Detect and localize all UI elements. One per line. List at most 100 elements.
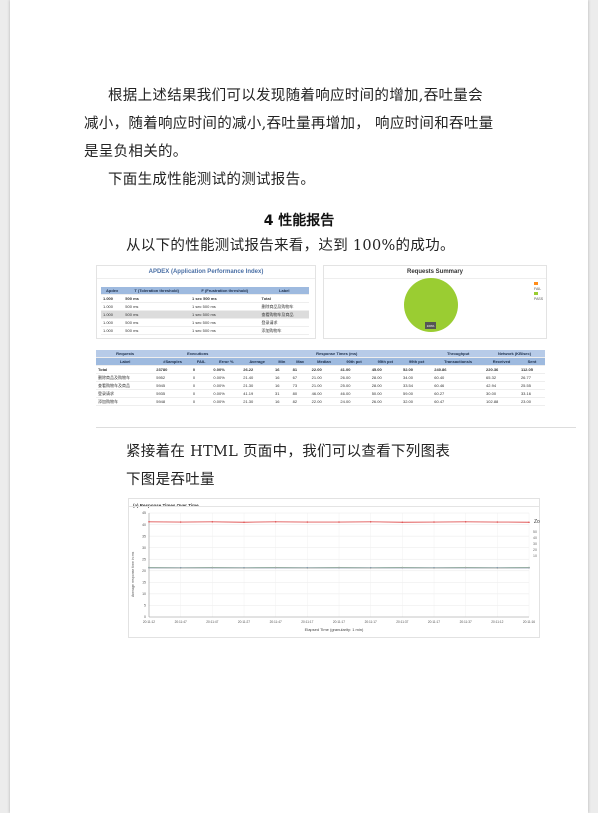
group-requests: Requests: [96, 350, 155, 358]
apdex-col-t[interactable]: T (Toleration threshold): [123, 287, 190, 295]
table-cell: 73: [290, 381, 310, 390]
table-row: 添加购物车 5948 0 0.00% 21.30 16 82 22.00 24.00 26.00 3…: [96, 397, 545, 406]
cell: 1.000: [101, 310, 124, 319]
table-row: 1.000 500 ms 1 sec 500 ms 查看购物车及商品: [101, 310, 309, 319]
chart-svg: 0 5 10 15 20 25 30 35 40 45 20:11:12 20:11:47 20:11:…: [142, 511, 535, 624]
divider: [96, 427, 576, 428]
chart-x-label: Elapsed Time (granularity: 1 min): [304, 627, 364, 632]
col-min[interactable]: Min: [273, 357, 291, 366]
col-max[interactable]: Max: [290, 357, 310, 366]
group-throughput: Throughput: [432, 350, 485, 358]
table-cell: 21.30: [241, 381, 274, 390]
table-cell: 21.30: [241, 397, 274, 406]
table-cell: 21.00: [309, 381, 339, 390]
col-samples[interactable]: #Samples: [154, 357, 191, 366]
paragraph-1-line-2: 减小，随着响应时间的减小,吞吐量再增加， 响应时间和吞吐量: [84, 116, 494, 132]
table-cell: 45.00: [369, 365, 401, 374]
cell: 1 sec 500 ms: [189, 326, 260, 335]
series-point: [401, 521, 404, 524]
x-tick-label: 20:11:47: [206, 620, 218, 624]
series-point: [211, 566, 214, 569]
table-cell: 0.00%: [211, 381, 242, 390]
table-cell: 16: [273, 373, 291, 382]
col-90th[interactable]: 90th pct: [338, 357, 370, 366]
table-cell: 0: [190, 397, 212, 406]
series-point: [401, 566, 404, 569]
requests-summary-panel: Requests Summary 100% FAIL PASS: [323, 265, 547, 339]
series-point: [243, 521, 245, 524]
statistics-panel: Requests Executions Response Times (ms) …: [96, 350, 545, 424]
table-cell: 16: [273, 397, 291, 406]
series-point: [179, 521, 182, 523]
col-99th[interactable]: 99th pct: [400, 357, 433, 366]
legend-fail[interactable]: FAIL: [534, 282, 546, 292]
legend-label: PASS: [534, 297, 544, 301]
table-cell: 0.00%: [211, 365, 242, 374]
series-point: [306, 521, 309, 523]
apdex-title: APDEX (Application Performance Index): [97, 266, 315, 279]
table-cell: 81: [290, 365, 310, 374]
series-point: [528, 521, 530, 524]
paragraph-1: 根据上述结果我们可以发现随着响应时间的增加,吞吐量会 减小，随着响应时间的减小,…: [84, 82, 528, 166]
table-cell: 0: [190, 389, 212, 398]
table-cell: 33.54: [400, 381, 433, 390]
table-cell: 22.00: [309, 397, 339, 406]
table-cell: 24.00: [338, 397, 370, 406]
apdex-panel: APDEX (Application Performance Index) Ap…: [96, 265, 316, 339]
cell: Total: [259, 294, 309, 303]
series-point: [306, 567, 309, 569]
series-point: [179, 567, 182, 569]
table-cell: 22.00: [309, 365, 339, 374]
table-cell: 33.16: [518, 389, 545, 398]
y-tick-label: 30: [142, 546, 146, 550]
table-cell: 16: [273, 381, 291, 390]
legend-pass[interactable]: PASS: [534, 292, 546, 302]
table-row: 查看购物车及商品 5945 0 0.00% 21.30 16 73 21.00 25.00 28.…: [96, 381, 545, 390]
col-median[interactable]: Median: [309, 357, 339, 366]
table-cell: 26.77: [518, 373, 545, 382]
x-tick-label: 20:11:12: [491, 620, 503, 624]
response-times-chart: (a) Response Times Over Time 0 5 10 15 20 25 3…: [128, 498, 540, 638]
series-point: [464, 520, 467, 523]
y-tick-label: 35: [142, 534, 146, 538]
table-cell: 220.36: [484, 365, 519, 374]
col-error[interactable]: Error %: [211, 357, 242, 366]
series-point: [496, 521, 499, 523]
table-cell: 查看购物车及商品: [96, 381, 155, 390]
table-cell: 41.00: [338, 365, 370, 374]
col-transactions[interactable]: Transactions/s: [432, 357, 485, 366]
table-cell: 0.00%: [211, 373, 242, 382]
table-cell: 102.88: [484, 397, 519, 406]
group-executions: Executions: [154, 350, 242, 358]
table-cell: 21.40: [241, 373, 274, 382]
col-fail[interactable]: FAIL: [190, 357, 212, 366]
table-cell: 67: [290, 373, 310, 382]
table-cell: 16: [273, 365, 291, 374]
cell: 删除商品及购物车: [259, 302, 309, 311]
apdex-col-f[interactable]: F (Frustration threshold): [189, 287, 260, 295]
table-cell: 50.00: [369, 389, 401, 398]
y-tick-label: 0: [144, 615, 146, 619]
x-tick-label: 20:11:27: [238, 620, 250, 624]
cell: 500 ms: [123, 318, 190, 327]
table-cell: 26.22: [241, 365, 274, 374]
cell: 1.000: [101, 302, 124, 311]
series-point: [496, 567, 499, 569]
table-cell: 5945: [154, 381, 191, 390]
col-label[interactable]: Label: [96, 357, 155, 366]
col-95th[interactable]: 95th pct: [369, 357, 401, 366]
col-average[interactable]: Average: [241, 357, 274, 366]
table-cell: 60.47: [432, 397, 485, 406]
col-received[interactable]: Received: [484, 357, 519, 366]
series-point: [528, 566, 530, 569]
statistics-body: Total 23780 0 0.00% 26.22 16 81 22.00 41.00 45.00…: [96, 365, 545, 406]
table-cell: 0.00%: [211, 389, 242, 398]
cell: 500 ms: [123, 294, 190, 303]
series-point: [274, 520, 277, 523]
table-cell: 46.00: [309, 389, 339, 398]
y-tick-label: 15: [142, 581, 146, 585]
apdex-col-label[interactable]: Label: [259, 287, 309, 295]
series-point: [369, 567, 372, 569]
apdex-col-apdex[interactable]: Apdex: [101, 287, 124, 295]
col-sent[interactable]: Sent: [518, 357, 545, 366]
